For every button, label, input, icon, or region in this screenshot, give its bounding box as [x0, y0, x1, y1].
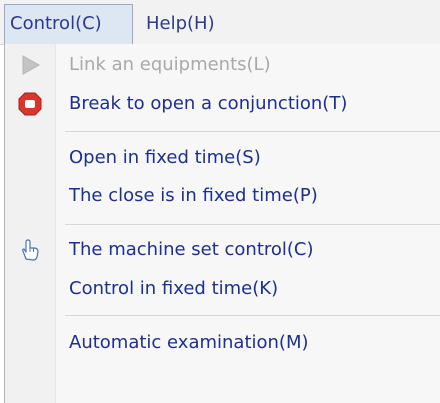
stop-octagon-icon — [17, 92, 43, 116]
menu-separator — [65, 315, 440, 316]
menu-item-label: Automatic examination(M) — [69, 332, 309, 353]
menu-item-automatic-examination[interactable]: Automatic examination(M) — [5, 325, 440, 361]
menu-item-close-fixed-time[interactable]: The close is in fixed time(P) — [5, 178, 440, 214]
menu-separator — [65, 131, 440, 132]
hand-pointer-icon — [17, 238, 43, 262]
menu-item-label: Break to open a conjunction(T) — [69, 93, 348, 114]
menu-separator — [65, 224, 440, 225]
menu-item-label: Control in fixed time(K) — [69, 278, 279, 299]
menu-bar: Control(C) Help(H) — [0, 0, 440, 45]
menu-item-break-conjunction[interactable]: Break to open a conjunction(T) — [5, 86, 440, 122]
menu-item-link-equipments[interactable]: Link an equipments(L) — [5, 47, 440, 83]
menu-item-label: Open in fixed time(S) — [69, 147, 261, 168]
menu-item-machine-set-control[interactable]: The machine set control(C) — [5, 232, 440, 268]
control-dropdown-menu: Link an equipments(L) Break to open a co… — [4, 44, 440, 403]
menu-item-label: The machine set control(C) — [69, 239, 314, 260]
menu-control[interactable]: Control(C) — [4, 4, 133, 44]
play-icon — [17, 53, 43, 77]
menu-help[interactable]: Help(H) — [141, 4, 220, 44]
menu-item-label: The close is in fixed time(P) — [69, 185, 318, 206]
menu-item-control-fixed-time[interactable]: Control in fixed time(K) — [5, 271, 440, 307]
menu-item-open-fixed-time[interactable]: Open in fixed time(S) — [5, 140, 440, 176]
menu-item-label: Link an equipments(L) — [69, 54, 271, 75]
